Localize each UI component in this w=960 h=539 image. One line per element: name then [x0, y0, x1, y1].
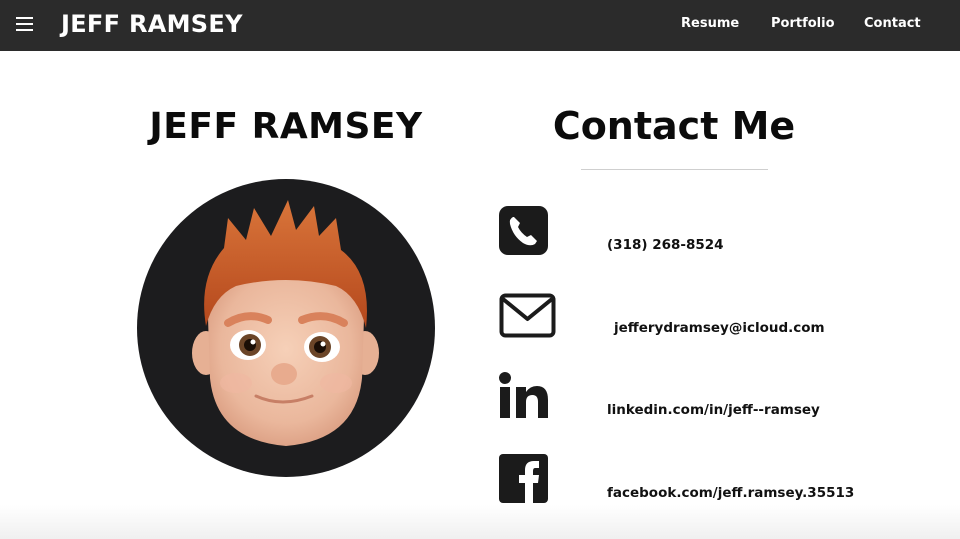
contact-phone-text[interactable]: (318) 268-8524 [607, 237, 724, 253]
profile-name-heading: JEFF RAMSEY [149, 106, 423, 147]
phone-icon[interactable] [499, 206, 548, 255]
heading-divider [581, 169, 768, 170]
contact-linkedin-text[interactable]: linkedin.com/in/jeff--ramsey [607, 402, 820, 418]
envelope-icon[interactable] [499, 293, 556, 338]
nav-link-portfolio[interactable]: Portfolio [771, 16, 835, 31]
bottom-fade [0, 505, 960, 539]
linkedin-icon[interactable] [499, 372, 549, 418]
brand-title[interactable]: JEFF RAMSEY [61, 10, 243, 38]
top-navbar: JEFF RAMSEY Resume Portfolio Contact [0, 0, 960, 51]
nav-link-contact[interactable]: Contact [864, 16, 921, 31]
contact-email-text[interactable]: jefferydramsey@icloud.com [614, 320, 825, 336]
facebook-icon[interactable] [499, 454, 548, 503]
memoji-avatar [136, 178, 436, 478]
contact-facebook-text[interactable]: facebook.com/jeff.ramsey.35513 [607, 485, 854, 501]
contact-heading: Contact Me [552, 104, 796, 148]
hamburger-menu-icon[interactable] [16, 17, 33, 31]
nav-link-resume[interactable]: Resume [681, 16, 739, 31]
